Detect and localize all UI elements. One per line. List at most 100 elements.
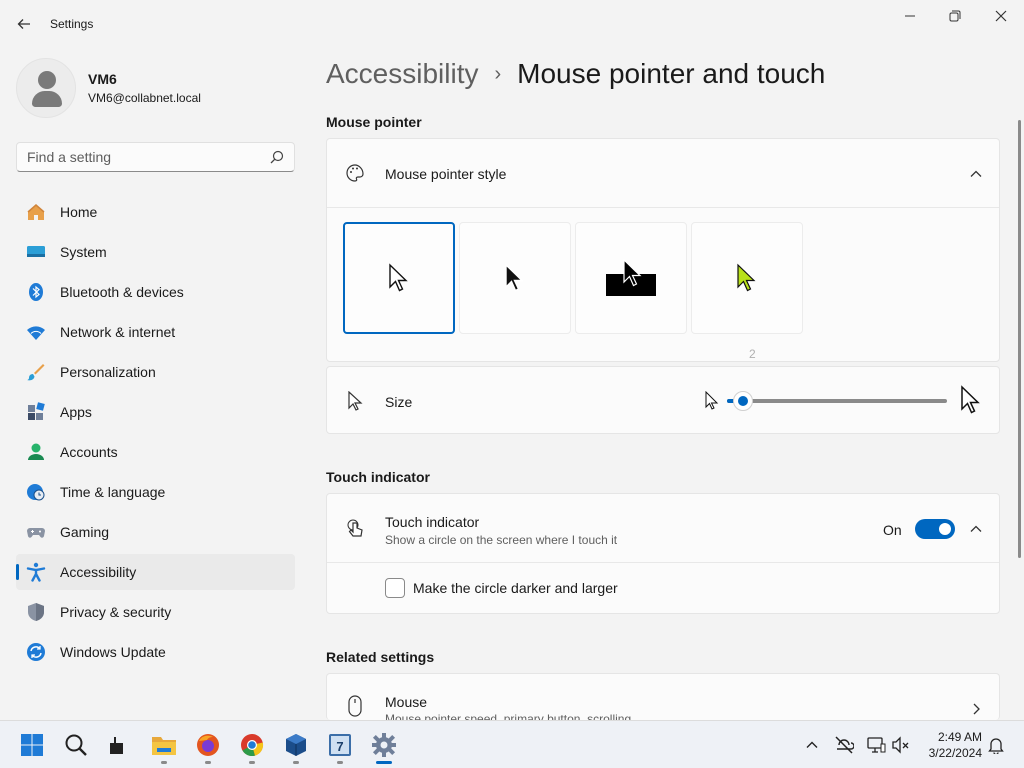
touch-indicator-description: Show a circle on the screen where I touc… [385, 533, 618, 547]
sidebar-item-network[interactable]: Network & internet [16, 314, 295, 350]
windows-logo-icon [21, 734, 43, 756]
sidebar-item-label: System [60, 244, 107, 260]
toggle-state-label: On [883, 522, 902, 538]
chevron-right-icon [973, 703, 980, 715]
taskbar-clock[interactable]: 2:49 AM 3/22/2024 [918, 729, 982, 761]
app-title: Settings [50, 17, 94, 31]
pointer-style-custom[interactable] [691, 222, 803, 334]
show-hidden-icons-button[interactable] [802, 735, 822, 755]
darker-circle-checkbox[interactable] [385, 578, 405, 598]
related-mouse-card[interactable]: Mouse Mouse pointer speed, primary butto… [326, 673, 1000, 720]
back-button[interactable] [12, 12, 36, 36]
title-bar: Settings [0, 0, 1024, 48]
size-slider-thumb[interactable] [733, 391, 753, 411]
taskbar-virtualbox[interactable] [282, 731, 310, 759]
sidebar-item-label: Apps [60, 404, 92, 420]
svg-text:7: 7 [336, 739, 343, 754]
shield-icon [26, 602, 46, 622]
system-icon [26, 242, 46, 262]
sidebar-item-privacy[interactable]: Privacy & security [16, 594, 295, 630]
sidebar-item-label: Accounts [60, 444, 118, 460]
mouse-pointer-style-label: Mouse pointer style [385, 166, 507, 182]
taskbar-file-explorer[interactable] [150, 731, 178, 759]
display-tray[interactable] [866, 735, 886, 755]
running-indicator [205, 761, 211, 764]
size-card: Size 2 [326, 347, 1000, 434]
user-email: VM6@collabnet.local [88, 91, 201, 105]
network-disconnected-icon [835, 736, 854, 754]
volume-muted-icon [892, 736, 909, 754]
mouse-icon [345, 695, 365, 717]
taskbar-app-7[interactable]: 7 [326, 731, 354, 759]
running-indicator [337, 761, 343, 764]
search-input[interactable] [17, 143, 257, 171]
touch-indicator-toggle[interactable] [915, 519, 955, 539]
section-title-related: Related settings [326, 649, 435, 665]
restore-icon [949, 10, 961, 22]
firefox-icon [197, 734, 219, 756]
start-button[interactable] [18, 731, 46, 759]
pointer-style-white[interactable] [343, 222, 455, 334]
volume-tray[interactable] [891, 735, 911, 755]
user-profile[interactable]: VM6 VM6@collabnet.local [16, 58, 201, 118]
pointer-style-black[interactable] [459, 222, 571, 334]
sidebar-item-gaming[interactable]: Gaming [16, 514, 295, 550]
search-icon[interactable] [270, 150, 284, 164]
folder-icon [152, 737, 176, 755]
touch-indicator-label: Touch indicator [385, 514, 480, 530]
task-view-button[interactable] [104, 731, 132, 759]
clock-date: 3/22/2024 [928, 746, 982, 760]
taskbar: 7 2:49 AM 3/22/2024 [0, 720, 1024, 768]
taskbar-chrome[interactable] [238, 731, 266, 759]
sidebar-item-windows-update[interactable]: Windows Update [16, 634, 295, 670]
sidebar-item-apps[interactable]: Apps [16, 394, 295, 430]
taskbar-settings[interactable] [370, 731, 398, 759]
taskbar-firefox[interactable] [194, 731, 222, 759]
darker-circle-label: Make the circle darker and larger [413, 580, 618, 596]
home-icon [26, 202, 46, 222]
sidebar-item-system[interactable]: System [16, 234, 295, 270]
sidebar-nav: Home System Bluetooth & devices Network … [16, 194, 295, 674]
pointer-style-inverted[interactable] [575, 222, 687, 334]
section-title-mouse-pointer: Mouse pointer [326, 114, 422, 130]
touch-indicator-card: Touch indicator Show a circle on the scr… [326, 493, 1000, 614]
sidebar-item-label: Accessibility [60, 564, 137, 580]
running-indicator [161, 761, 167, 764]
sidebar-item-time-language[interactable]: Time & language [16, 474, 295, 510]
sidebar-item-accounts[interactable]: Accounts [16, 434, 295, 470]
chevron-up-icon[interactable] [969, 167, 983, 181]
running-indicator [293, 761, 299, 764]
related-mouse-description: Mouse pointer speed, primary button, scr… [385, 712, 632, 720]
taskbar-search-button[interactable] [62, 731, 90, 759]
breadcrumb-parent[interactable]: Accessibility [326, 58, 478, 90]
section-title-touch-indicator: Touch indicator [326, 469, 430, 485]
sidebar-item-label: Gaming [60, 524, 110, 540]
size-slider[interactable] [727, 391, 947, 411]
sidebar-item-label: Privacy & security [60, 604, 172, 620]
sidebar-item-home[interactable]: Home [16, 194, 295, 230]
restore-button[interactable] [932, 0, 978, 32]
sidebar-item-label: Personalization [60, 364, 156, 380]
chevron-up-icon [806, 741, 818, 748]
accessibility-icon [26, 562, 46, 582]
sidebar-item-label: Time & language [60, 484, 166, 500]
chevron-up-icon[interactable] [969, 522, 983, 536]
mouse-pointer-style-header[interactable]: Mouse pointer style [327, 139, 999, 207]
touch-icon [345, 518, 365, 538]
sidebar-item-bluetooth[interactable]: Bluetooth & devices [16, 274, 295, 310]
sidebar-item-personalization[interactable]: Personalization [16, 354, 295, 390]
pointer-style-options [343, 222, 807, 334]
bell-icon [988, 738, 1004, 754]
minimize-button[interactable] [887, 0, 933, 32]
related-mouse-label: Mouse [385, 694, 428, 710]
notifications-button[interactable] [986, 735, 1006, 755]
custom-cursor-icon [737, 263, 756, 292]
globe-clock-icon [26, 482, 46, 502]
update-icon [26, 642, 46, 662]
sidebar-item-accessibility[interactable]: Accessibility [16, 554, 295, 590]
apps-icon [26, 402, 46, 422]
close-button[interactable] [978, 0, 1024, 32]
divider [327, 562, 999, 563]
scrollbar[interactable] [1018, 120, 1021, 558]
network-tray[interactable] [834, 735, 854, 755]
